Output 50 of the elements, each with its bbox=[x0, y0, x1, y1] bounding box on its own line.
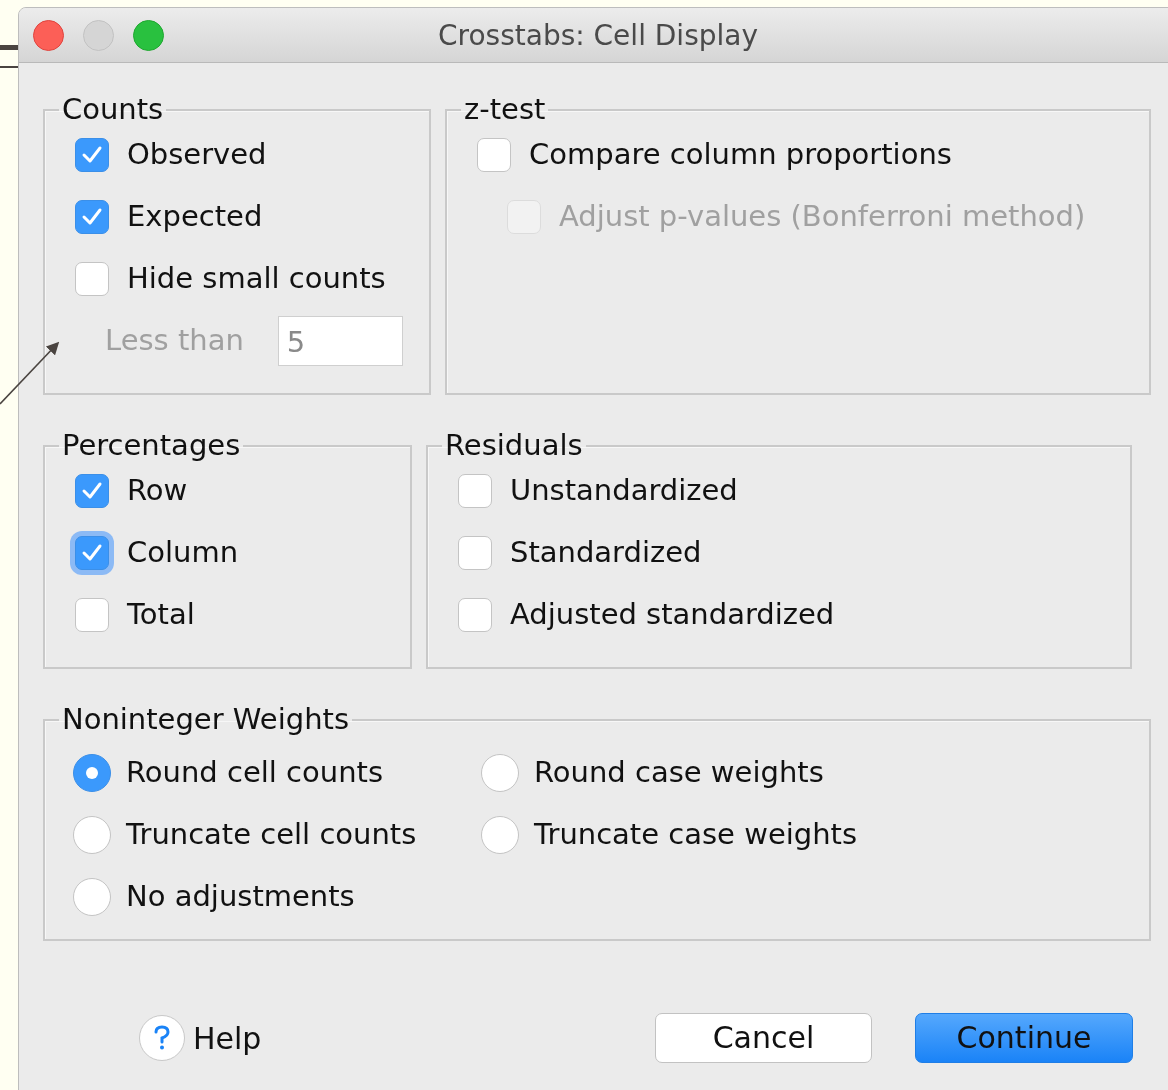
checkbox[interactable] bbox=[458, 474, 492, 508]
checkbox[interactable] bbox=[458, 598, 492, 632]
radio-label: Round cell counts bbox=[126, 754, 384, 792]
checkbox[interactable] bbox=[458, 536, 492, 570]
rule-line bbox=[0, 66, 20, 68]
checkbox-label: Row bbox=[127, 472, 188, 510]
radio-label: Truncate cell counts bbox=[126, 816, 417, 854]
group-title: Noninteger Weights bbox=[61, 705, 350, 734]
checkbox[interactable] bbox=[477, 138, 511, 172]
help-icon bbox=[153, 1025, 171, 1051]
checkbox[interactable] bbox=[75, 598, 109, 632]
checkbox-label: Expected bbox=[127, 198, 263, 236]
checkbox[interactable] bbox=[75, 262, 109, 296]
radio-label: No adjustments bbox=[126, 878, 355, 916]
radio-label: Round case weights bbox=[534, 754, 824, 792]
radio-button[interactable] bbox=[481, 754, 519, 792]
radio-button[interactable] bbox=[73, 754, 111, 792]
checkbox-label: Total bbox=[127, 596, 195, 634]
checkbox-label: Adjust p-values (Bonferroni method) bbox=[559, 198, 1086, 236]
help-label: Help bbox=[193, 1019, 262, 1058]
checkbox[interactable] bbox=[75, 474, 109, 508]
continue-button[interactable]: Continue bbox=[915, 1013, 1133, 1063]
help-button[interactable] bbox=[139, 1015, 185, 1061]
radio-button[interactable] bbox=[73, 878, 111, 916]
radio-button[interactable] bbox=[73, 816, 111, 854]
checkmark-icon bbox=[81, 145, 103, 165]
cancel-button[interactable]: Cancel bbox=[655, 1013, 872, 1063]
radio-label: Truncate case weights bbox=[534, 816, 858, 854]
checkmark-icon bbox=[81, 543, 103, 563]
field-label: Less than bbox=[105, 322, 244, 360]
minimize-button[interactable] bbox=[83, 20, 114, 51]
checkbox-label: Standardized bbox=[510, 534, 702, 572]
group-title: Residuals bbox=[444, 431, 584, 460]
close-button[interactable] bbox=[33, 20, 64, 51]
checkbox-label: Adjusted standardized bbox=[510, 596, 835, 634]
group-title: Percentages bbox=[61, 431, 242, 460]
window-title: Crosstabs: Cell Display bbox=[438, 18, 758, 54]
group-title: Counts bbox=[61, 95, 165, 124]
group-title: z-test bbox=[463, 95, 547, 124]
checkbox[interactable] bbox=[75, 138, 109, 172]
checkbox[interactable] bbox=[75, 200, 109, 234]
checkbox-label: Column bbox=[127, 534, 239, 572]
radio-button[interactable] bbox=[481, 816, 519, 854]
checkbox-label: Observed bbox=[127, 136, 267, 174]
checkbox-label: Unstandardized bbox=[510, 472, 738, 510]
checkbox-label: Hide small counts bbox=[127, 260, 386, 298]
checkmark-icon bbox=[81, 207, 103, 227]
checkmark-icon bbox=[81, 481, 103, 501]
checkbox-label: Compare column proportions bbox=[529, 136, 952, 174]
zoom-button[interactable] bbox=[133, 20, 164, 51]
